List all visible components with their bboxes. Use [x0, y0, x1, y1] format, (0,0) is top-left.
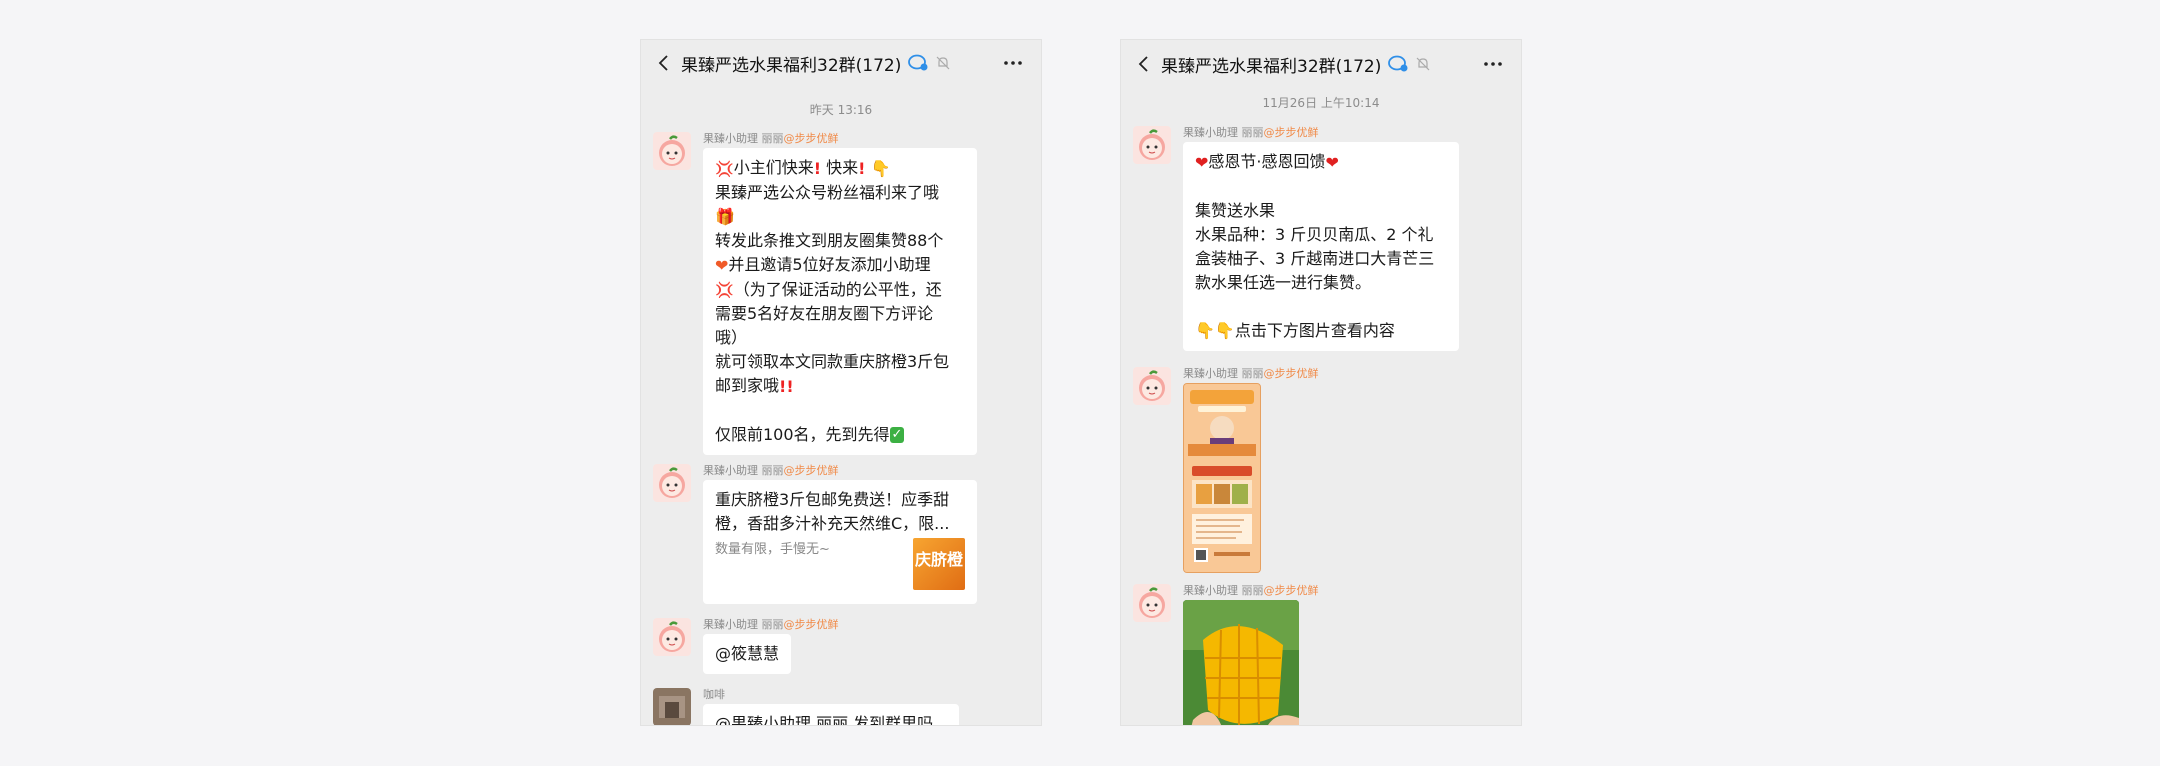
card-title-line: 重庆脐橙3斤包邮免费送！应季甜 — [715, 490, 950, 509]
sender-nickname: 咖啡 — [703, 688, 725, 701]
message-line: 盒装柚子、3 斤越南进口大青芒三 — [1195, 248, 1435, 268]
sender-name: 果臻小助理 丽丽@步步优鲜 — [1183, 365, 1319, 381]
message-line: @果臻小助理 丽丽 发到群里吗 — [715, 714, 934, 726]
group-name: 果臻严选水果福利32群(172) — [1161, 56, 1382, 77]
message-line: 就可领取本文同款重庆脐橙3斤包 — [715, 352, 950, 371]
sender-org: @步步优鲜 — [1263, 584, 1319, 597]
message-line: 快来 — [826, 158, 859, 177]
avatar[interactable] — [1133, 584, 1171, 622]
mute-bell-icon — [936, 56, 950, 70]
heart-icon: ❤ — [715, 255, 729, 275]
mute-bell-icon — [1416, 57, 1430, 71]
mango-photo[interactable] — [1183, 600, 1299, 725]
left-chat-window: 果臻严选水果福利32群(172) 昨天 13:16 果臻小助理 丽丽@步步优鲜 … — [640, 39, 1042, 726]
sender-nickname: 果臻小助理 丽丽 — [703, 618, 784, 631]
check-mark-icon: ✓ — [889, 427, 905, 443]
pointing-down-icon: 👇👇 — [1195, 321, 1235, 340]
chat-title: 果臻严选水果福利32群(172) — [1161, 51, 1431, 77]
double-exclamation-icon: !! — [779, 376, 794, 396]
message-line: 邮到家哦 — [715, 376, 780, 395]
group-name: 果臻严选水果福利32群(172) — [681, 55, 902, 76]
sender-org: @步步优鲜 — [1263, 126, 1319, 139]
back-arrow-icon[interactable] — [1135, 55, 1153, 73]
poster-image[interactable] — [1183, 383, 1261, 573]
top-bar: 果臻严选水果福利32群(172) — [1121, 41, 1521, 87]
more-options-icon[interactable] — [1001, 54, 1025, 72]
sender-nickname: 果臻小助理 丽丽 — [1183, 367, 1264, 380]
sender-nickname: 果臻小助理 丽丽 — [703, 464, 784, 477]
link-card[interactable]: 重庆脐橙3斤包邮免费送！应季甜 橙，香甜多汁补充天然维C，限... 数量有限，手… — [703, 480, 977, 604]
message-bubble[interactable]: ❤感恩节·感恩回馈❤ 集赞送水果 水果品种：3 斤贝贝南瓜、2 个礼 盒装柚子、… — [1183, 142, 1459, 351]
sender-nickname: 果臻小助理 丽丽 — [1183, 126, 1264, 139]
avatar[interactable] — [1133, 367, 1171, 405]
message-line: 水果品种：3 斤贝贝南瓜、2 个礼 — [1195, 224, 1434, 244]
right-chat-window: 果臻严选水果福利32群(172) 11月26日 上午10:14 果臻小助理 丽丽… — [1120, 39, 1522, 726]
sender-name: 果臻小助理 丽丽@步步优鲜 — [703, 130, 839, 146]
avatar[interactable] — [653, 132, 691, 170]
sender-nickname: 果臻小助理 丽丽 — [703, 132, 784, 145]
sender-name: 果臻小助理 丽丽@步步优鲜 — [703, 616, 839, 632]
avatar[interactable] — [653, 688, 691, 725]
anger-symbol-icon: 💢 — [715, 281, 734, 299]
thumbnail-text: 庆脐橙 — [915, 550, 964, 569]
anger-symbol-icon: 💢 — [715, 159, 734, 178]
sender-org: @步步优鲜 — [783, 618, 839, 631]
message-line: 感恩节·感恩回馈 — [1208, 152, 1326, 171]
sender-org: @步步优鲜 — [783, 464, 839, 477]
message-line: 需要5名好友在朋友圈下方评论 — [715, 304, 934, 323]
sender-org: @步步优鲜 — [1263, 367, 1319, 380]
message-line: 仅限前100名，先到先得 — [715, 424, 890, 444]
sender-name: 果臻小助理 丽丽@步步优鲜 — [1183, 124, 1319, 140]
message-line: （为了保证活动的公平性，还 — [733, 279, 942, 299]
sender-org: @步步优鲜 — [783, 132, 839, 145]
message-line: 款水果任选一进行集赞。 — [1195, 272, 1372, 292]
message-line: 转发此条推文到朋友圈集赞88个 — [715, 231, 944, 250]
message-bubble[interactable]: @果臻小助理 丽丽 发到群里吗 — [703, 704, 959, 726]
avatar[interactable] — [653, 618, 691, 656]
exclamation-icon: ! — [858, 158, 866, 178]
pointing-down-icon: 👇 — [870, 158, 891, 178]
back-arrow-icon[interactable] — [655, 54, 673, 72]
sender-nickname: 果臻小助理 丽丽 — [1183, 584, 1264, 597]
avatar[interactable] — [1133, 126, 1171, 164]
chat-title: 果臻严选水果福利32群(172) — [681, 50, 951, 76]
message-bubble[interactable]: 💢小主们快来! 快来! 👇 果臻严选公众号粉丝福利来了哦 🎁 转发此条推文到朋友… — [703, 148, 977, 455]
message-line: 点击下方图片查看内容 — [1234, 320, 1395, 340]
message-line: 哦） — [715, 328, 748, 347]
avatar[interactable] — [653, 464, 691, 502]
top-bar: 果臻严选水果福利32群(172) — [641, 40, 1041, 86]
message-line: @筱慧慧 — [715, 644, 780, 663]
more-options-icon[interactable] — [1481, 55, 1505, 73]
sender-name: 咖啡 — [703, 686, 725, 702]
heart-icon: ❤ — [1325, 152, 1339, 172]
sender-name: 果臻小助理 丽丽@步步优鲜 — [703, 462, 839, 478]
message-line: 集赞送水果 — [1195, 200, 1276, 220]
sender-name: 果臻小助理 丽丽@步步优鲜 — [1183, 582, 1319, 598]
group-chat-badge-icon — [908, 54, 928, 71]
message-bubble[interactable]: @筱慧慧 — [703, 634, 792, 674]
heart-icon: ❤ — [1195, 152, 1209, 172]
message-line: 并且邀请5位好友添加小助理 — [728, 255, 931, 274]
message-line: 小主们快来 — [733, 158, 814, 177]
message-timestamp: 昨天 13:16 — [809, 103, 873, 117]
message-timestamp: 11月26日 上午10:14 — [1262, 96, 1380, 110]
exclamation-icon: ! — [813, 158, 821, 178]
card-thumbnail: 庆脐橙 — [913, 538, 965, 590]
gift-icon: 🎁 — [715, 207, 735, 226]
group-chat-badge-icon — [1388, 55, 1408, 72]
card-title-line: 橙，香甜多汁补充天然维C，限... — [715, 514, 950, 533]
message-line: 果臻严选公众号粉丝福利来了哦 — [715, 182, 940, 202]
